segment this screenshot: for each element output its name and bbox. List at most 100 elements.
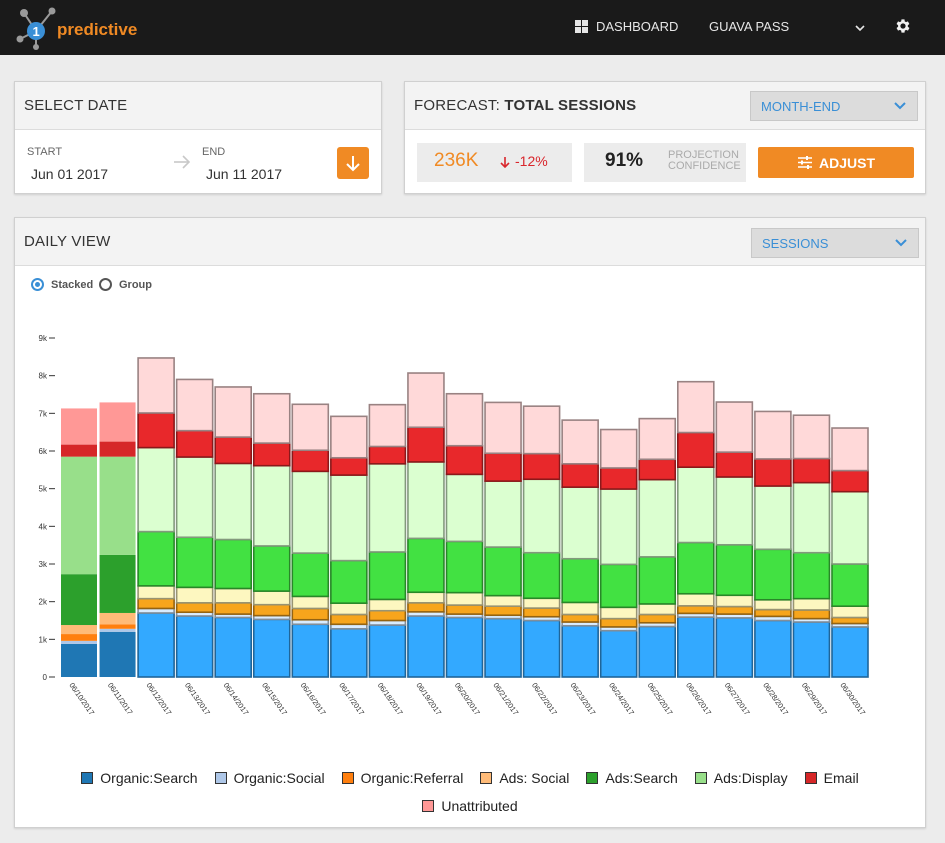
- bar-segment: [792, 597, 831, 611]
- bar-segment: [61, 640, 97, 644]
- apply-date-button[interactable]: [337, 147, 369, 179]
- account-name: GUAVA PASS: [709, 19, 790, 34]
- bar-segment: [638, 625, 677, 678]
- legend-item[interactable]: Ads:Display: [694, 770, 788, 786]
- x-axis-tick-label: 06/21/2017: [491, 681, 520, 717]
- bar-segment: [175, 601, 214, 614]
- bar-segment: [831, 427, 869, 472]
- bar-segment: [522, 597, 561, 609]
- legend-label: Email: [823, 770, 859, 786]
- bar-segment: [99, 628, 136, 632]
- bar-segment: [561, 419, 599, 465]
- chevron-down-icon: [855, 25, 865, 32]
- bar-segment: [61, 625, 97, 635]
- legend-item[interactable]: Organic:Referral: [341, 770, 463, 786]
- bar-segment: [445, 616, 484, 678]
- bar-segment: [368, 598, 407, 612]
- bar-segment: [137, 530, 175, 587]
- bar-segment: [99, 402, 136, 442]
- bar-segment: [407, 591, 445, 604]
- legend-swatch: [586, 772, 599, 784]
- sessions-value: 236K: [434, 150, 479, 171]
- period-dropdown-label: MONTH-END: [761, 99, 841, 114]
- bar-segment: [754, 598, 792, 611]
- legend-swatch: [81, 772, 94, 784]
- sliders-icon: [798, 156, 812, 169]
- legend-swatch: [480, 772, 493, 784]
- bar-segment: [676, 616, 715, 678]
- bar-segment: [252, 590, 291, 606]
- end-date-field[interactable]: Jun 11 2017: [206, 166, 282, 182]
- bar-segment: [330, 474, 368, 562]
- bar-segment: [754, 548, 792, 601]
- adjust-button-label: ADJUST: [819, 155, 876, 171]
- legend-swatch: [214, 772, 227, 784]
- bar-segment: [831, 616, 869, 625]
- bar-segment: [137, 357, 175, 414]
- x-axis-tick-label: 06/14/2017: [222, 681, 251, 717]
- bar-segment: [252, 464, 291, 547]
- bar-segment: [754, 458, 792, 487]
- legend-swatch: [341, 772, 354, 784]
- brand-logo[interactable]: 1 predictive: [14, 3, 144, 51]
- account-selector[interactable]: GUAVA PASS: [709, 19, 869, 34]
- x-axis-tick-label: 06/17/2017: [337, 681, 366, 717]
- bar-segment: [715, 476, 754, 546]
- bar-segment: [330, 602, 368, 616]
- bar-segment: [599, 467, 638, 490]
- bar-segment: [175, 586, 214, 604]
- bar-segment: [676, 380, 715, 434]
- sessions-delta: -12%: [515, 153, 548, 169]
- y-axis-tick-label: 2k: [39, 598, 48, 607]
- bar-segment: [715, 594, 754, 608]
- bar-segment: [599, 563, 638, 609]
- bar-segment: [715, 451, 754, 478]
- x-axis-tick-label: 06/11/2017: [106, 681, 135, 716]
- y-axis-tick-label: 0: [43, 673, 48, 682]
- bar-segment: [484, 452, 522, 482]
- legend-item[interactable]: Unattributed: [422, 798, 518, 814]
- bar-segment: [137, 612, 175, 678]
- start-date-field[interactable]: Jun 01 2017: [31, 166, 108, 182]
- legend-item[interactable]: Ads:Search: [586, 770, 678, 786]
- forecast-header: FORECAST: TOTAL SESSIONS MONTH-END: [405, 82, 925, 130]
- legend-label: Organic:Social: [233, 770, 325, 786]
- bar-segment: [407, 461, 445, 540]
- bar-segment: [561, 624, 599, 678]
- select-date-header: SELECT DATE: [15, 82, 381, 130]
- arrow-down-icon: [500, 157, 510, 168]
- bar-segment: [676, 605, 715, 615]
- nav-dashboard[interactable]: DASHBOARD: [575, 19, 678, 34]
- x-axis-tick-label: 06/10/2017: [67, 681, 96, 717]
- bar-segment: [407, 426, 445, 463]
- bar-segment: [61, 408, 97, 445]
- gear-icon[interactable]: [894, 17, 912, 35]
- bar-segment: [522, 452, 561, 481]
- bar-segment: [831, 490, 869, 565]
- legend-item[interactable]: Organic:Social: [214, 770, 325, 786]
- legend-swatch: [422, 800, 435, 812]
- period-dropdown[interactable]: MONTH-END: [750, 91, 918, 121]
- adjust-button[interactable]: ADJUST: [758, 147, 914, 178]
- x-axis-tick-label: 06/27/2017: [723, 681, 752, 717]
- bar-segment: [252, 392, 291, 444]
- sessions-kpi: 236K -12%: [417, 143, 572, 182]
- bar-segment: [638, 556, 677, 605]
- legend-label: Unattributed: [441, 798, 518, 814]
- bar-segment: [445, 540, 484, 594]
- bar-segment: [599, 488, 638, 566]
- bar-segment: [484, 605, 522, 617]
- bar-segment: [252, 545, 291, 592]
- legend-item[interactable]: Email: [804, 770, 859, 786]
- legend-item[interactable]: Organic:Search: [81, 770, 198, 786]
- chart-legend: Organic:Search Organic:Social Organic:Refe…: [15, 770, 925, 826]
- legend-item[interactable]: Ads: Social: [480, 770, 569, 786]
- bar-segment: [676, 431, 715, 468]
- bar-segment: [61, 444, 97, 457]
- bar-segment: [137, 597, 175, 610]
- bar-segment: [676, 466, 715, 544]
- bar-segment: [831, 626, 869, 678]
- bar-segment: [484, 617, 522, 678]
- bar-segment: [99, 624, 136, 629]
- x-axis-tick-label: 06/22/2017: [530, 681, 559, 717]
